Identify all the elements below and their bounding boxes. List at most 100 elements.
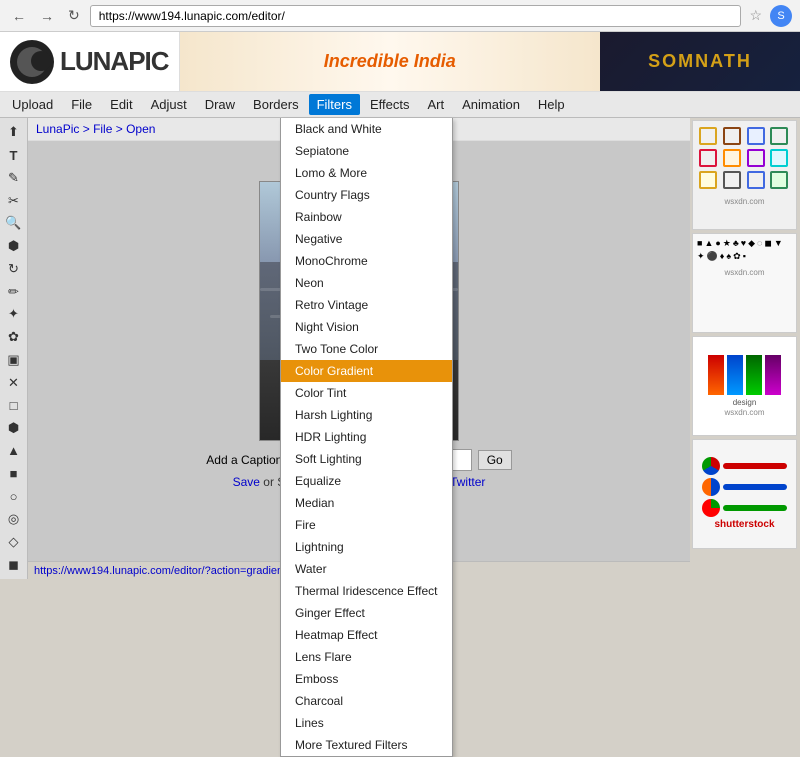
menu-item-retro-vintage[interactable]: Retro Vintage bbox=[281, 294, 452, 316]
caption-label: Add a Caption: bbox=[206, 453, 285, 467]
breadcrumb-lunapic[interactable]: LunaPic bbox=[36, 122, 79, 136]
menu-effects[interactable]: Effects bbox=[362, 94, 418, 115]
twitter-link[interactable]: Twitter bbox=[450, 475, 485, 489]
menu-item-color-gradient[interactable]: Color Gradient bbox=[281, 360, 452, 382]
ad-squares bbox=[693, 121, 796, 195]
menu-item-lines[interactable]: Lines bbox=[281, 712, 452, 734]
menu-item-more-textured[interactable]: More Textured Filters bbox=[281, 734, 452, 756]
menu-item-thermal[interactable]: Thermal Iridescence Effect bbox=[281, 580, 452, 602]
user-avatar[interactable]: S bbox=[770, 5, 792, 27]
tool-diamond[interactable]: ◇ bbox=[3, 532, 25, 553]
menu-item-fire[interactable]: Fire bbox=[281, 514, 452, 536]
tool-rotate[interactable]: ↻ bbox=[3, 259, 25, 280]
tool-hex[interactable]: ⬢ bbox=[3, 418, 25, 439]
menu-item-neon[interactable]: Neon bbox=[281, 272, 452, 294]
tool-close[interactable]: ✕ bbox=[3, 372, 25, 393]
ad-banner-top: LUNAPIC Incredible India SOMNATH bbox=[0, 32, 800, 92]
menu-item-monochrome[interactable]: MonoChrome bbox=[281, 250, 452, 272]
ad-square-2 bbox=[723, 127, 741, 145]
menu-item-charcoal[interactable]: Charcoal bbox=[281, 690, 452, 712]
tool-text[interactable]: T bbox=[3, 145, 25, 166]
menu-item-water[interactable]: Water bbox=[281, 558, 452, 580]
tool-square[interactable]: □ bbox=[3, 395, 25, 416]
ad-block-3: design wsxdn.com bbox=[692, 336, 797, 436]
menu-item-equalize[interactable]: Equalize bbox=[281, 470, 452, 492]
tool-flower[interactable]: ✿ bbox=[3, 327, 25, 348]
menu-item-lens-flare[interactable]: Lens Flare bbox=[281, 646, 452, 668]
tool-circle[interactable]: ○ bbox=[3, 486, 25, 507]
tool-oval[interactable]: ◎ bbox=[3, 509, 25, 530]
ad-block-1: wsxdn.com bbox=[692, 120, 797, 230]
tool-fill[interactable]: ■ bbox=[3, 463, 25, 484]
ad-icon-1: ■ bbox=[697, 238, 702, 249]
breadcrumb-file[interactable]: File bbox=[93, 122, 112, 136]
menu-item-sepiatone[interactable]: Sepiatone bbox=[281, 140, 452, 162]
menu-item-black-and-white[interactable]: Black and White bbox=[281, 118, 452, 140]
tool-zoom[interactable]: 🔍 bbox=[3, 213, 25, 234]
menu-bar-container: Upload File Edit Adjust Draw Borders Fil… bbox=[0, 92, 800, 118]
ad-circles bbox=[702, 457, 788, 517]
ad-icon-7: ◆ bbox=[748, 238, 755, 249]
menu-item-hdr-lighting[interactable]: HDR Lighting bbox=[281, 426, 452, 448]
reload-button[interactable]: ↻ bbox=[64, 5, 84, 26]
breadcrumb-sep1: > bbox=[83, 122, 93, 136]
tool-shape[interactable]: ⬢ bbox=[3, 236, 25, 257]
ad-square-8 bbox=[770, 149, 788, 167]
menu-item-heatmap[interactable]: Heatmap Effect bbox=[281, 624, 452, 646]
tool-crop[interactable]: ✂ bbox=[3, 190, 25, 211]
menu-item-two-tone-color[interactable]: Two Tone Color bbox=[281, 338, 452, 360]
menu-item-rainbow[interactable]: Rainbow bbox=[281, 206, 452, 228]
menu-item-country-flags[interactable]: Country Flags bbox=[281, 184, 452, 206]
menu-help[interactable]: Help bbox=[530, 94, 573, 115]
menu-edit[interactable]: Edit bbox=[102, 94, 140, 115]
ad-icons-row: ■ ▲ ● ★ ♣ ♥ ◆ ◌ ◼ ▼ ✦ ⚫ ♦ ♠ ✿ ▪ bbox=[693, 234, 796, 266]
menu-item-color-tint[interactable]: Color Tint bbox=[281, 382, 452, 404]
menu-item-night-vision[interactable]: Night Vision bbox=[281, 316, 452, 338]
tool-rect[interactable]: ▣ bbox=[3, 350, 25, 371]
forward-button[interactable]: → bbox=[36, 6, 58, 26]
ad-icon-6: ♥ bbox=[741, 238, 746, 249]
browser-bar: ← → ↻ ☆ S bbox=[0, 0, 800, 32]
tool-frame[interactable]: ▲ bbox=[3, 441, 25, 462]
ad-block-1-caption: wsxdn.com bbox=[693, 195, 796, 208]
ad-design-colors bbox=[708, 355, 781, 395]
ad-design-label: design bbox=[733, 398, 757, 407]
back-button[interactable]: ← bbox=[8, 6, 30, 26]
tool-poly[interactable]: ◼ bbox=[3, 554, 25, 575]
menu-item-ginger[interactable]: Ginger Effect bbox=[281, 602, 452, 624]
menu-upload[interactable]: Upload bbox=[4, 94, 61, 115]
ad-right-text: SOMNATH bbox=[600, 32, 800, 91]
logo-text: LUNAPIC bbox=[60, 46, 169, 77]
tool-brush[interactable]: ✏ bbox=[3, 281, 25, 302]
menu-item-median[interactable]: Median bbox=[281, 492, 452, 514]
ad-circle-row-2 bbox=[702, 478, 788, 496]
menu-draw[interactable]: Draw bbox=[197, 94, 243, 115]
ad-icon-13: ♦ bbox=[720, 251, 725, 262]
menu-item-harsh-lighting[interactable]: Harsh Lighting bbox=[281, 404, 452, 426]
go-button[interactable]: Go bbox=[478, 450, 512, 470]
url-bar[interactable] bbox=[90, 5, 742, 27]
menu-borders[interactable]: Borders bbox=[245, 94, 307, 115]
menu-item-soft-lighting[interactable]: Soft Lighting bbox=[281, 448, 452, 470]
ad-color-bar-4 bbox=[765, 355, 781, 395]
save-link[interactable]: Save bbox=[233, 475, 260, 489]
tool-select[interactable]: ⬆ bbox=[3, 122, 25, 143]
menu-item-lightning[interactable]: Lightning bbox=[281, 536, 452, 558]
ad-circle-2 bbox=[702, 478, 720, 496]
menu-filters[interactable]: Filters bbox=[309, 94, 360, 115]
bookmark-star-icon[interactable]: ☆ bbox=[747, 5, 764, 26]
status-url: https://www194.lunapic.com/editor/?actio… bbox=[34, 565, 286, 577]
menu-file[interactable]: File bbox=[63, 94, 100, 115]
breadcrumb-sep2: > bbox=[116, 122, 126, 136]
menu-art[interactable]: Art bbox=[419, 94, 452, 115]
ad-block-4: shutterstock bbox=[692, 439, 797, 549]
menu-item-negative[interactable]: Negative bbox=[281, 228, 452, 250]
ad-icon-12: ⚫ bbox=[707, 251, 718, 262]
ad-color-bar-1 bbox=[708, 355, 724, 395]
tool-star[interactable]: ✦ bbox=[3, 304, 25, 325]
menu-item-lomo[interactable]: Lomo & More bbox=[281, 162, 452, 184]
menu-item-emboss[interactable]: Emboss bbox=[281, 668, 452, 690]
menu-adjust[interactable]: Adjust bbox=[143, 94, 195, 115]
tool-pencil[interactable]: ✎ bbox=[3, 168, 25, 189]
menu-animation[interactable]: Animation bbox=[454, 94, 528, 115]
